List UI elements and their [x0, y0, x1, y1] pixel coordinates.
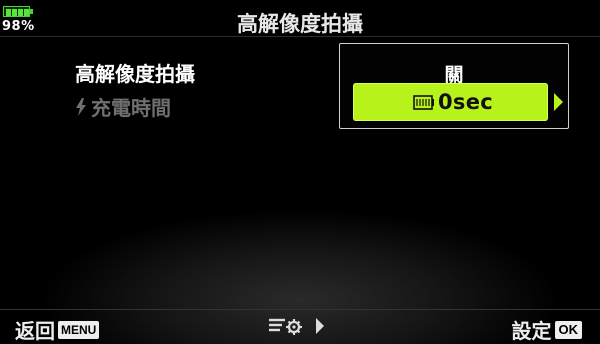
- settings-list-icon: [269, 318, 302, 335]
- back-label: 返回: [15, 319, 55, 343]
- menu-item-label: 充電時間: [91, 96, 171, 120]
- set-label: 設定: [511, 319, 552, 343]
- header-divider: [0, 36, 600, 37]
- set-button[interactable]: 設定 OK: [511, 315, 582, 344]
- settings-list-button[interactable]: [268, 317, 324, 335]
- lightning-bolt-icon: [76, 97, 86, 116]
- footer-divider: [0, 309, 600, 310]
- timer-value-selector[interactable]: 0sec: [353, 83, 548, 121]
- page-title: 高解像度拍攝: [237, 12, 363, 36]
- camera-menu-screen: 98% 高解像度拍攝 高解像度拍攝 充電時間 關 0sec 返回 MENU 設定…: [0, 0, 600, 344]
- ok-button-badge: OK: [554, 320, 582, 339]
- timer-value: 0sec: [438, 90, 494, 114]
- menu-item-high-res-shot[interactable]: 高解像度拍攝: [75, 58, 195, 87]
- chevron-right-icon: [316, 318, 324, 334]
- menu-button-badge: MENU: [58, 320, 100, 339]
- back-button[interactable]: 返回 MENU: [15, 315, 100, 344]
- chevron-right-icon[interactable]: [554, 93, 563, 111]
- timer-icon: [413, 95, 434, 110]
- menu-item-charge-time[interactable]: 充電時間: [75, 92, 171, 121]
- menu-item-label: 高解像度拍攝: [75, 62, 195, 86]
